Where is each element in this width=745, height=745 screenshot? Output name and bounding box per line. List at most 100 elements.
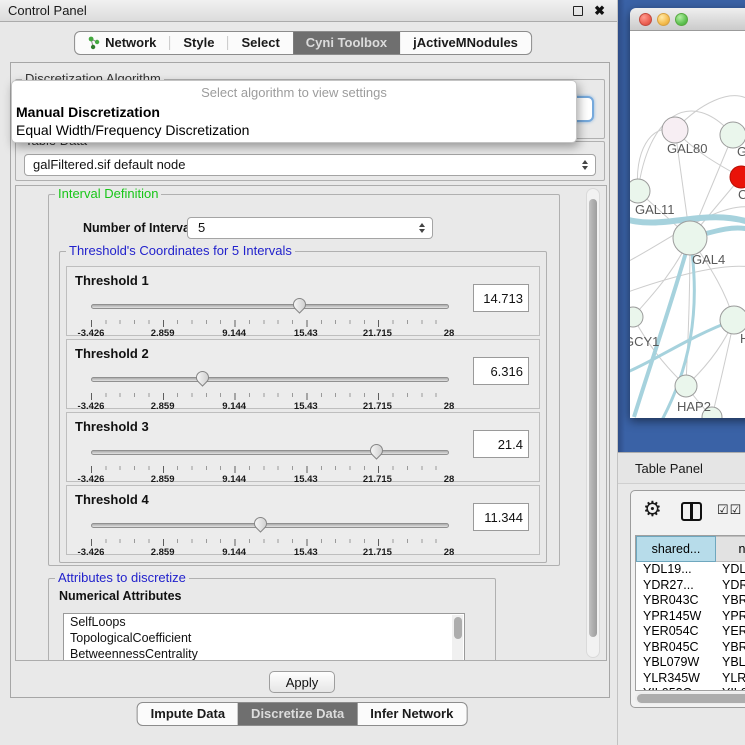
list-item[interactable]: TopologicalCoefficient bbox=[64, 630, 464, 646]
network-node-label: G bbox=[737, 144, 745, 159]
slider-thumb[interactable] bbox=[367, 441, 385, 459]
close-traffic-light[interactable] bbox=[639, 13, 652, 26]
tab-select[interactable]: Select bbox=[228, 32, 292, 54]
scrollbar-thumb[interactable] bbox=[454, 617, 462, 639]
tab-impute-data[interactable]: Impute Data bbox=[138, 703, 238, 725]
tab-style[interactable]: Style bbox=[170, 32, 227, 54]
slider-track[interactable] bbox=[91, 450, 449, 455]
network-node-selected[interactable] bbox=[730, 166, 745, 188]
network-node[interactable] bbox=[720, 306, 745, 334]
network-node[interactable] bbox=[662, 117, 688, 143]
algorithm-dropdown-popup: Select algorithm to view settings Manual… bbox=[11, 80, 577, 143]
desktop-background: GAL80 G C GAL11 GAL4 GCY1 H HAP2 bbox=[618, 0, 745, 452]
table-panel-title: Table Panel bbox=[635, 453, 703, 484]
top-tabbar: Network Style Select Cyni Toolbox jActiv… bbox=[74, 31, 532, 55]
table-row[interactable]: YPR145WYPR1 bbox=[636, 609, 745, 625]
minimize-traffic-light[interactable] bbox=[657, 13, 670, 26]
slider-track[interactable] bbox=[91, 523, 449, 528]
tab-infer-network[interactable]: Infer Network bbox=[357, 703, 466, 725]
scrollbar-thumb[interactable] bbox=[589, 199, 597, 637]
threshold-slider[interactable]: -3.4262.8599.14415.4321.71528 bbox=[91, 295, 453, 335]
network-node-label: C bbox=[738, 187, 745, 202]
gear-icon[interactable]: ⚙ bbox=[643, 497, 662, 522]
table-row[interactable]: YBL079WYBL0 bbox=[636, 655, 745, 671]
tab-cyni-toolbox[interactable]: Cyni Toolbox bbox=[293, 32, 400, 54]
threshold-value-field[interactable] bbox=[473, 357, 529, 385]
bottom-tabbar: Impute Data Discretize Data Infer Networ… bbox=[137, 702, 468, 726]
stepper-icon[interactable] bbox=[419, 223, 425, 233]
slider-major-ticks bbox=[91, 466, 450, 473]
dropdown-option-manual[interactable]: Manual Discretization bbox=[12, 103, 576, 121]
slider-major-ticks bbox=[91, 539, 450, 546]
threshold-value-field[interactable] bbox=[473, 284, 529, 312]
column-header-name[interactable]: na bbox=[716, 536, 745, 562]
network-node[interactable] bbox=[675, 375, 697, 397]
network-node-label: GAL11 bbox=[635, 202, 675, 217]
tab-discretize-data[interactable]: Discretize Data bbox=[238, 703, 357, 725]
slider-major-ticks bbox=[91, 320, 450, 327]
settings-scrollbar[interactable] bbox=[586, 188, 600, 658]
threshold-label: Threshold 1 bbox=[75, 273, 149, 288]
tab-jactivemnodules[interactable]: jActiveMNodules bbox=[400, 32, 531, 54]
dropdown-option-equal-width[interactable]: Equal Width/Frequency Discretization bbox=[12, 121, 576, 139]
table-panel-header: Table Panel bbox=[618, 452, 745, 484]
threshold-panel-4: Threshold 4 -3.4262.8599.14415.4321.7152… bbox=[66, 485, 540, 555]
table-panel-card: ⚙ ☑☑ shared... na YDL19...YDL1 YDR27...Y… bbox=[630, 490, 745, 708]
table-data-combobox[interactable]: galFiltered.sif default node bbox=[24, 154, 596, 176]
group-label: Interval Definition bbox=[55, 186, 161, 201]
slider-track[interactable] bbox=[91, 304, 449, 309]
stepper-icon[interactable] bbox=[582, 160, 588, 170]
split-pane-icon[interactable] bbox=[681, 502, 702, 521]
network-icon bbox=[88, 36, 100, 50]
apply-button[interactable]: Apply bbox=[269, 671, 335, 693]
slider-thumb[interactable] bbox=[290, 295, 308, 313]
table-row[interactable]: YBR043CYBR0 bbox=[636, 593, 745, 609]
network-node-label: GAL80 bbox=[667, 141, 707, 156]
list-item[interactable]: BetweennessCentrality bbox=[64, 646, 464, 661]
list-scrollbar[interactable] bbox=[452, 615, 463, 661]
table-data-value: galFiltered.sif default node bbox=[33, 157, 185, 172]
table-row[interactable]: YIL052CYIL0 bbox=[636, 686, 745, 691]
network-view-window: GAL80 G C GAL11 GAL4 GCY1 H HAP2 bbox=[630, 8, 745, 418]
network-node[interactable] bbox=[630, 179, 650, 203]
thresholds-group: Threshold's Coordinates for 5 Intervals … bbox=[59, 251, 547, 563]
control-panel-titlebar: Control Panel ✖ bbox=[0, 0, 617, 22]
slider-track[interactable] bbox=[91, 377, 449, 382]
table-row[interactable]: YDR27...YDR2 bbox=[636, 578, 745, 594]
threshold-label: Threshold 4 bbox=[75, 492, 149, 507]
table-row[interactable]: YBR045CYBR0 bbox=[636, 640, 745, 656]
table-row[interactable]: YDL19...YDL1 bbox=[636, 562, 745, 578]
screen: Control Panel ✖ Network Style bbox=[0, 0, 745, 745]
group-label: Threshold's Coordinates for 5 Intervals bbox=[66, 243, 295, 258]
table-row[interactable]: YER054CYER0 bbox=[636, 624, 745, 640]
threshold-label: Threshold 2 bbox=[75, 346, 149, 361]
slider-thumb[interactable] bbox=[251, 514, 269, 532]
table-row[interactable]: YLR345WYLR3 bbox=[636, 671, 745, 687]
network-node[interactable] bbox=[673, 221, 707, 255]
column-header-shared-name[interactable]: shared... bbox=[636, 536, 716, 562]
float-window-icon[interactable] bbox=[573, 6, 583, 16]
list-item[interactable]: SelfLoops bbox=[64, 614, 464, 630]
close-icon[interactable]: ✖ bbox=[594, 0, 605, 22]
network-node-label: GCY1 bbox=[630, 334, 659, 349]
zoom-traffic-light[interactable] bbox=[675, 13, 688, 26]
network-node[interactable] bbox=[630, 307, 643, 327]
slider-major-ticks bbox=[91, 393, 450, 400]
threshold-value-field[interactable] bbox=[473, 430, 529, 458]
table-horizontal-scrollbar[interactable] bbox=[635, 692, 745, 704]
number-of-intervals-spinner[interactable]: 5 bbox=[187, 217, 433, 239]
network-canvas[interactable]: GAL80 G C GAL11 GAL4 GCY1 H HAP2 bbox=[630, 31, 745, 418]
attributes-list: SelfLoops TopologicalCoefficient Between… bbox=[63, 613, 465, 661]
tab-network[interactable]: Network bbox=[75, 32, 169, 54]
tab-label: Network bbox=[105, 32, 156, 54]
network-node-label: H bbox=[740, 331, 745, 346]
threshold-value-field[interactable] bbox=[473, 503, 529, 531]
threshold-slider[interactable]: -3.4262.8599.14415.4321.71528 bbox=[91, 368, 453, 408]
slider-thumb[interactable] bbox=[194, 368, 212, 386]
column-checkboxes-icon[interactable]: ☑☑ bbox=[717, 502, 742, 518]
network-window-titlebar[interactable] bbox=[630, 8, 745, 31]
numerical-attributes-label: Numerical Attributes bbox=[59, 589, 181, 603]
scrollbar-thumb[interactable] bbox=[637, 694, 745, 703]
threshold-slider[interactable]: -3.4262.8599.14415.4321.71528 bbox=[91, 441, 453, 481]
threshold-slider[interactable]: -3.4262.8599.14415.4321.71528 bbox=[91, 514, 453, 554]
